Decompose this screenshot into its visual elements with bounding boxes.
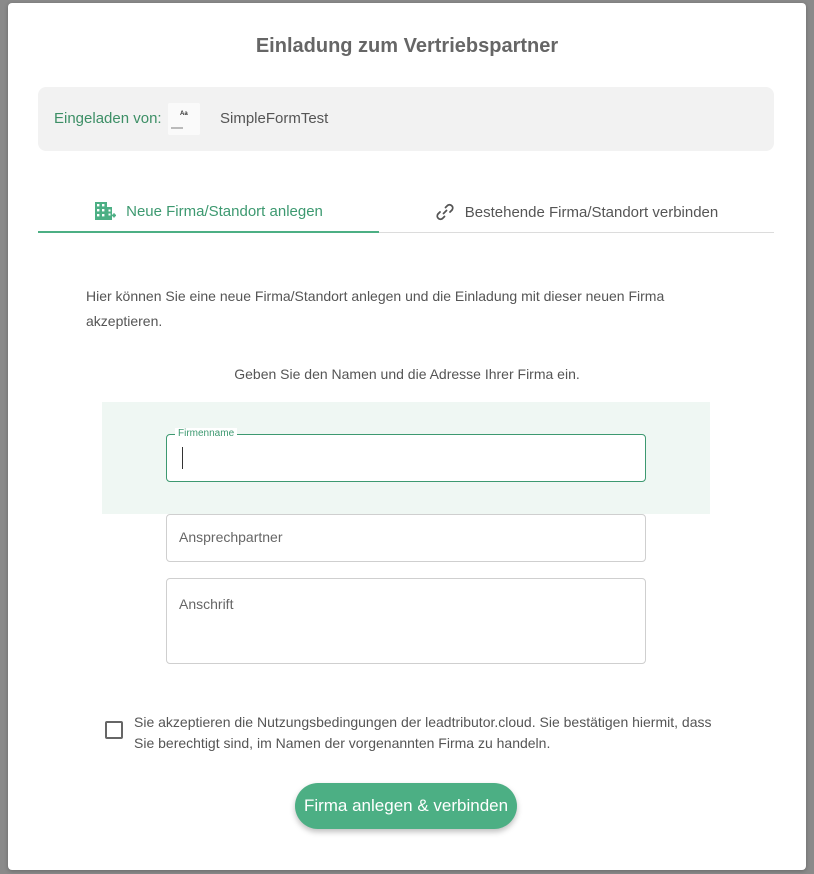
tab-existing-company[interactable]: Bestehende Firma/Standort verbinden xyxy=(379,191,774,233)
contact-person-placeholder: Ansprechpartner xyxy=(179,529,283,545)
inviter-logo-text: Aa xyxy=(180,111,188,117)
inviter-name: SimpleFormTest xyxy=(220,110,329,127)
contact-person-field[interactable]: Ansprechpartner xyxy=(166,514,646,562)
terms-checkbox[interactable] xyxy=(105,721,123,739)
address-placeholder: Anschrift xyxy=(179,596,234,612)
invitation-dialog: Einladung zum Vertriebspartner Eingelade… xyxy=(8,3,806,870)
tab-new-company-label: Neue Firma/Standort anlegen xyxy=(126,202,323,220)
link-icon xyxy=(435,202,455,222)
intro-text: Hier können Sie eine neue Firma/Standort… xyxy=(86,288,665,329)
text-cursor xyxy=(182,447,183,469)
building-add-icon xyxy=(94,201,117,221)
company-name-field[interactable]: Firmenname xyxy=(166,428,646,482)
tab-new-company[interactable]: Neue Firma/Standort anlegen xyxy=(38,191,379,233)
inviter-logo-line xyxy=(171,127,183,129)
form-hint: Geben Sie den Namen und die Adresse Ihre… xyxy=(234,366,580,382)
inviter-label: Eingeladen von: xyxy=(54,110,162,127)
tab-existing-company-label: Bestehende Firma/Standort verbinden xyxy=(464,203,719,221)
inviter-box: Eingeladen von: Aa SimpleFormTest xyxy=(38,87,774,151)
submit-button[interactable]: Firma anlegen & verbinden xyxy=(295,783,517,829)
tab-bar: Neue Firma/Standort anlegen Bestehende F… xyxy=(38,191,774,233)
company-name-label: Firmenname xyxy=(175,428,238,439)
terms-text: Sie akzeptieren die Nutzungsbedingungen … xyxy=(134,714,712,751)
dialog-title: Einladung zum Vertriebspartner xyxy=(255,35,559,57)
inviter-logo: Aa xyxy=(168,103,200,135)
address-field[interactable]: Anschrift xyxy=(166,578,646,664)
